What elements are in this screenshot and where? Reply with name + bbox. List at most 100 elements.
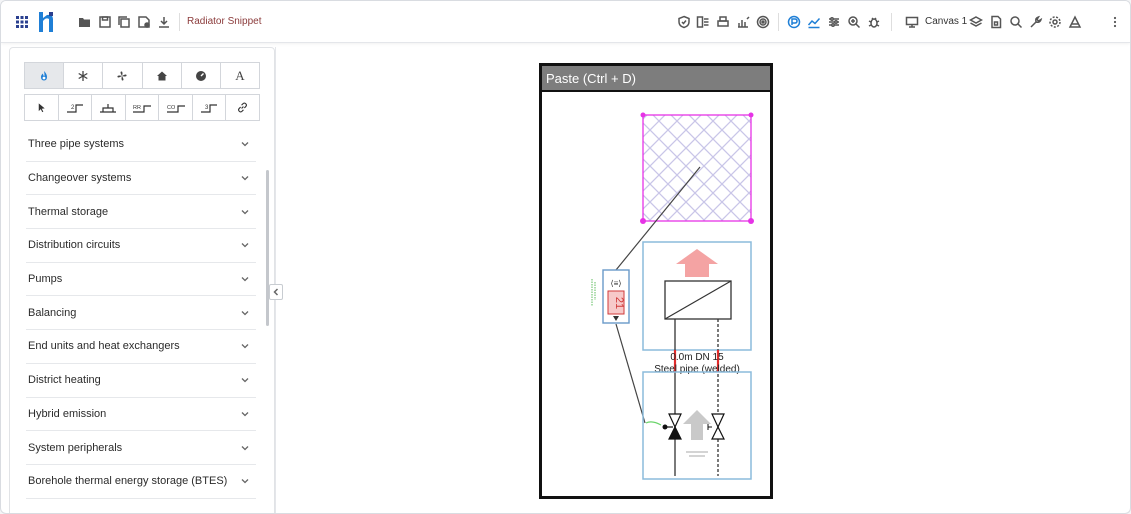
- resize-handle[interactable]: [748, 112, 754, 118]
- svg-text:3: 3: [205, 105, 209, 111]
- document-icon[interactable]: [989, 14, 1003, 30]
- save-as-icon[interactable]: [137, 14, 151, 30]
- svg-text:2: 2: [71, 105, 75, 111]
- calculate-icon[interactable]: [696, 14, 710, 30]
- branch-pipe-tool[interactable]: [92, 95, 126, 120]
- pipe-2-icon: 2: [66, 103, 83, 113]
- pointer-tool[interactable]: [25, 95, 59, 120]
- snowflake-icon: [78, 70, 88, 81]
- pipe-length-label: 0.0m DN 15: [670, 352, 724, 363]
- collapse-sidebar-button[interactable]: [269, 284, 283, 300]
- drawing-tools: 2 RR CO 3: [24, 94, 260, 121]
- chevron-left-icon: [273, 288, 279, 296]
- layers-icon[interactable]: [969, 14, 983, 30]
- tab-text[interactable]: A: [220, 63, 260, 88]
- snippet-header: Paste (Ctrl + D): [542, 66, 770, 92]
- wrench-icon[interactable]: [1029, 14, 1043, 30]
- compliance-icon[interactable]: [1068, 14, 1082, 30]
- chevron-down-icon: [241, 243, 249, 248]
- changeover-tool[interactable]: CO: [159, 95, 193, 120]
- canvas-icon[interactable]: [905, 14, 919, 30]
- tab-building[interactable]: [142, 63, 182, 88]
- two-pipe-tool[interactable]: 2: [59, 95, 93, 120]
- category-district-heating[interactable]: District heating: [26, 364, 256, 398]
- project-name: Radiator Snippet: [187, 16, 262, 27]
- gauge-icon: [195, 70, 206, 81]
- search-icon[interactable]: [1009, 14, 1023, 30]
- tab-measurement[interactable]: [181, 63, 221, 88]
- house-icon: [156, 71, 167, 80]
- pipe-branch-icon: [100, 103, 117, 113]
- category-hybrid-emission[interactable]: Hybrid emission: [26, 398, 256, 432]
- resize-handle[interactable]: [640, 112, 646, 118]
- pointer-icon: [38, 103, 45, 113]
- category-balancing[interactable]: Balancing: [26, 296, 256, 331]
- chevron-down-icon: [241, 142, 249, 147]
- apps-grid-icon[interactable]: [15, 14, 29, 30]
- radiator-schematic: ⟨≡⟩ 21 0.0m DN 15 Steel pipe (welded): [591, 112, 754, 480]
- category-three-pipe-systems[interactable]: Three pipe systems: [26, 128, 256, 162]
- pipe-co-icon: CO: [166, 105, 185, 113]
- svg-text:RR: RR: [133, 105, 141, 111]
- tab-ventilation[interactable]: [103, 63, 143, 88]
- logo-icon[interactable]: [38, 11, 54, 33]
- svg-text:⟨≡⟩: ⟨≡⟩: [611, 279, 622, 288]
- chevron-down-icon: [241, 479, 249, 484]
- shield-icon[interactable]: [677, 14, 691, 30]
- resize-handle[interactable]: [640, 218, 646, 224]
- canvas-name[interactable]: Canvas 1: [925, 16, 967, 27]
- sliders-icon[interactable]: [827, 14, 841, 30]
- pipe-rr-icon: RR: [133, 105, 152, 113]
- chevron-down-icon: [241, 176, 249, 181]
- category-pumps[interactable]: Pumps: [26, 263, 256, 297]
- zoom-icon[interactable]: [847, 14, 861, 30]
- fan-icon: [117, 70, 127, 81]
- tab-cooling[interactable]: [64, 63, 104, 88]
- more-icon[interactable]: [1108, 14, 1122, 30]
- three-pipe-tool[interactable]: 3: [193, 95, 227, 120]
- save-icon[interactable]: [98, 14, 112, 30]
- print-icon[interactable]: [716, 14, 730, 30]
- link-tool[interactable]: [226, 95, 259, 120]
- download-icon[interactable]: [157, 14, 171, 30]
- chevron-down-icon: [241, 445, 249, 450]
- pipe-3-icon: 3: [201, 103, 218, 113]
- return-return-tool[interactable]: RR: [126, 95, 160, 120]
- flow-arrow-icon: [683, 410, 711, 440]
- chevron-down-icon: [241, 277, 249, 282]
- chevron-down-icon: [241, 209, 249, 215]
- open-folder-icon[interactable]: [78, 14, 92, 30]
- chevron-down-icon: [241, 378, 249, 383]
- text-icon: A: [235, 67, 245, 83]
- category-distribution-circuits[interactable]: Distribution circuits: [26, 229, 256, 263]
- chevron-down-icon: [241, 411, 249, 417]
- category-thermal-storage[interactable]: Thermal storage: [26, 195, 256, 230]
- top-toolbar: Radiator Snippet Canvas 1: [1, 1, 1130, 43]
- chevron-down-icon: [241, 310, 249, 316]
- paste-snippet-preview[interactable]: Paste (Ctrl + D) ⟨≡⟩ 21 0.0m DN 15 Steel…: [539, 63, 773, 499]
- pipe-sizing-icon[interactable]: [787, 14, 801, 30]
- tab-heating[interactable]: [25, 63, 65, 88]
- controller-value: 21: [613, 297, 625, 309]
- system-type-tabs: A: [24, 62, 260, 89]
- category-end-units[interactable]: End units and heat exchangers: [26, 330, 256, 364]
- report-icon[interactable]: [736, 14, 750, 30]
- bug-icon[interactable]: [867, 14, 881, 30]
- category-system-peripherals[interactable]: System peripherals: [26, 431, 256, 465]
- chart-icon[interactable]: [807, 14, 821, 30]
- link-icon: [238, 102, 248, 113]
- pipe-material-label: Steel pipe (welded): [654, 364, 740, 375]
- settings-icon[interactable]: [1048, 14, 1062, 30]
- category-btes[interactable]: Borehole thermal energy storage (BTES): [26, 465, 256, 499]
- flame-icon: [41, 70, 48, 80]
- svg-text:CO: CO: [167, 105, 176, 111]
- resize-handle[interactable]: [748, 218, 754, 224]
- target-icon[interactable]: [756, 14, 770, 30]
- category-changeover-systems[interactable]: Changeover systems: [26, 162, 256, 196]
- copy-icon[interactable]: [117, 14, 131, 30]
- component-sidebar: A 2 RR CO 3 Three pipe systems Changeove…: [9, 47, 275, 513]
- sidebar-scrollbar[interactable]: [266, 170, 269, 326]
- category-list: Three pipe systems Changeover systems Th…: [26, 128, 256, 499]
- chevron-down-icon: [241, 344, 249, 349]
- room-area[interactable]: [642, 114, 752, 222]
